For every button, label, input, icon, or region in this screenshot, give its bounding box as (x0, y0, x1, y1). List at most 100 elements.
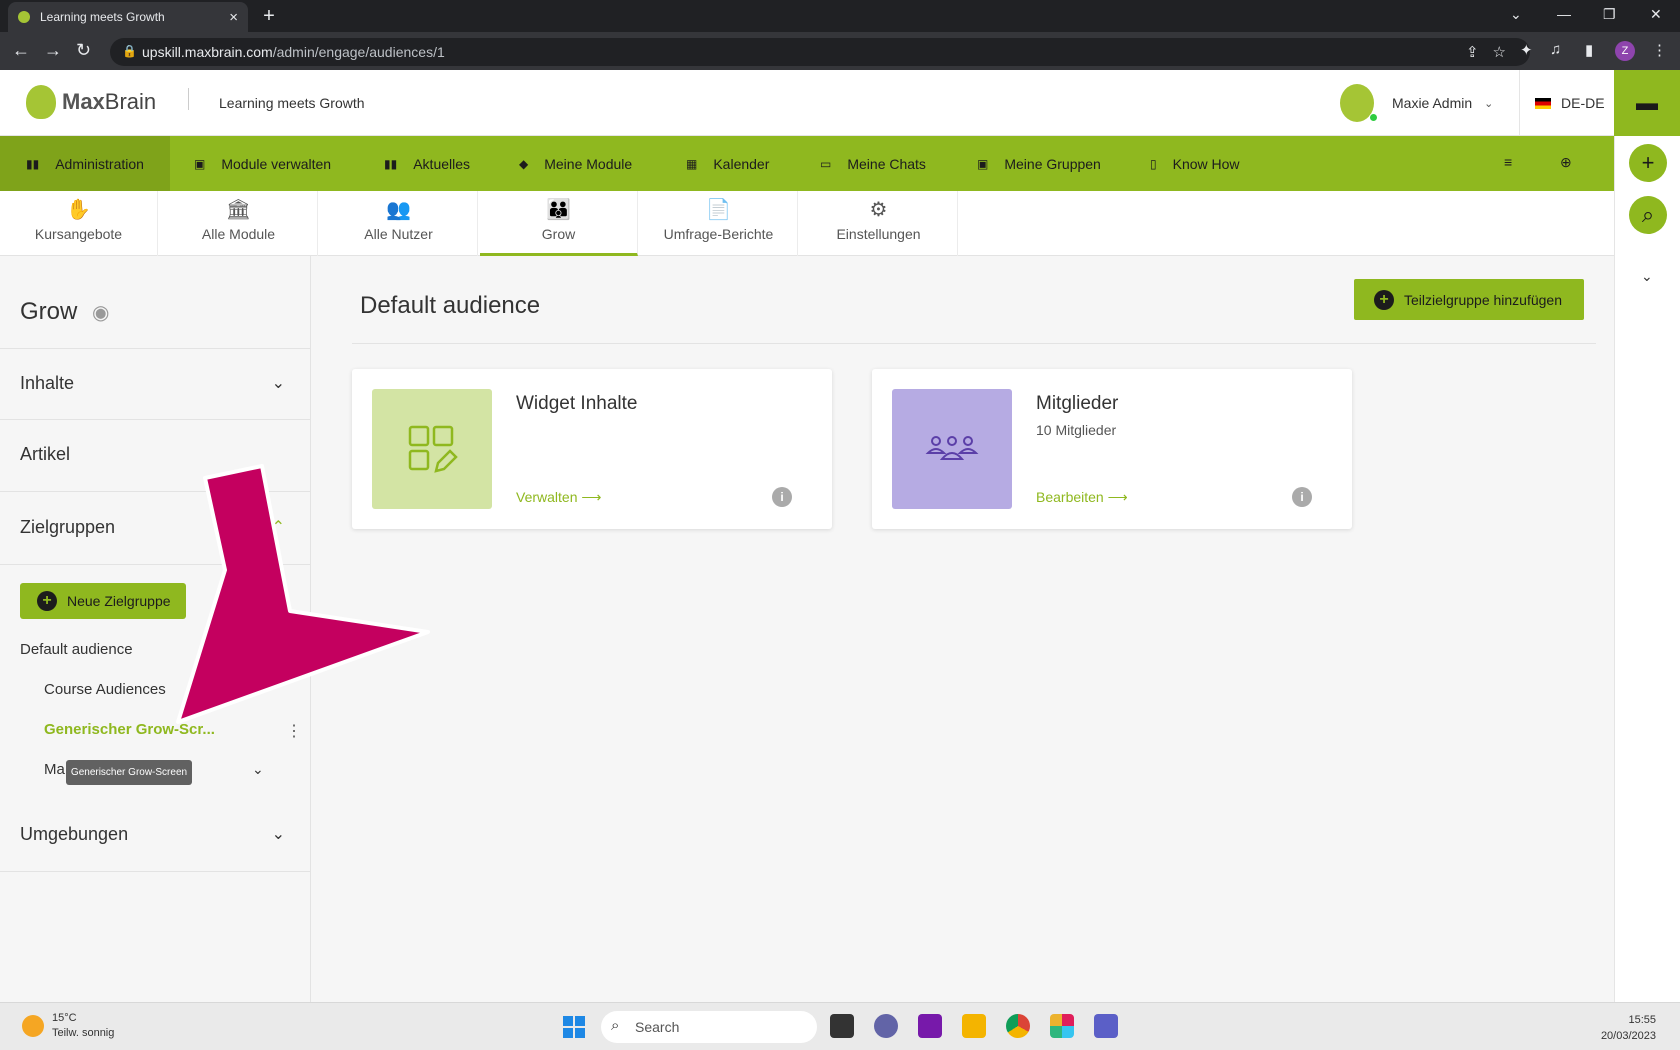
tab-label: Kursangebote (34, 226, 123, 242)
teams-chat-icon[interactable] (874, 1014, 898, 1038)
sidepanel-icon[interactable]: ▮ (1585, 41, 1593, 59)
chevron-down-icon[interactable]: ⌄ (252, 761, 264, 778)
section-artikel[interactable]: Artikel (0, 420, 311, 492)
clock-date: 20/03/2023 (1600, 1030, 1656, 1042)
nav-meine-gruppen[interactable]: ▣ Meine Gruppen (977, 136, 1101, 191)
add-icon[interactable]: + (1629, 144, 1667, 182)
nav-know-how[interactable]: ▯ Know How (1150, 136, 1240, 191)
section-zielgruppen[interactable]: Zielgruppen ⌃ (0, 493, 311, 565)
share-star-icons[interactable]: ⇪☆ (1466, 43, 1520, 61)
tree-course-audiences[interactable]: Course Audiences (44, 681, 166, 698)
tab-grow[interactable]: 👪 Grow (480, 191, 638, 256)
hand-book-icon: ✋ (66, 199, 91, 221)
calendar-icon: ▦ (686, 156, 698, 171)
card-title: Widget Inhalte (516, 393, 638, 414)
admin-subnav: ✋ Kursangebote 🏛 Alle Module 👥 Alle Nutzer … (0, 191, 1614, 256)
book-icon: ▯ (1150, 156, 1157, 171)
browser-tab-strip: Learning meets Growth × + ⌄ — ❐ ✕ (0, 0, 1680, 32)
header-divider (188, 88, 189, 110)
system-clock[interactable]: 15:55 20/03/2023 (1601, 1012, 1656, 1044)
brain-icon (26, 85, 56, 119)
tab-umfrage-berichte[interactable]: 📄 Umfrage-Berichte (640, 191, 798, 256)
edit-link[interactable]: Bearbeiten ⟶ (1036, 489, 1128, 506)
nav-meine-module[interactable]: ◆ Meine Module (519, 136, 632, 191)
file-explorer-icon[interactable] (962, 1014, 986, 1038)
more-options-icon[interactable]: ⋮ (286, 721, 302, 741)
nav-kalender[interactable]: ▦ Kalender (686, 136, 769, 191)
widget-content-card: Widget Inhalte Verwalten ⟶ i (352, 369, 832, 529)
menu-icon[interactable]: ⋮ (1652, 41, 1667, 59)
task-view-icon[interactable] (830, 1014, 854, 1038)
header-divider-right (1519, 70, 1520, 136)
add-sub-audience-button[interactable]: + Teilzielgruppe hinzufügen (1354, 279, 1584, 320)
nav-label: Administration (55, 155, 144, 172)
close-tab-icon[interactable]: × (229, 9, 238, 26)
nav-meine-chats[interactable]: ▭ Meine Chats (820, 136, 926, 191)
reload-icon[interactable]: ↻ (76, 40, 91, 61)
collapse-nav-icon[interactable]: ≡ (1504, 154, 1512, 170)
new-audience-button[interactable]: + Neue Zielgruppe (20, 583, 186, 619)
tab-einstellungen[interactable]: ⚙ Einstellungen (800, 191, 958, 256)
manage-link[interactable]: Verwalten ⟶ (516, 489, 601, 506)
close-window-icon[interactable]: ✕ (1650, 6, 1662, 23)
user-menu[interactable]: Maxie Admin ⌄ (1340, 84, 1493, 122)
extensions-icon[interactable]: ✦ (1520, 41, 1533, 59)
graduation-cap-icon: ◆ (519, 156, 529, 171)
tab-alle-module[interactable]: 🏛 Alle Module (160, 191, 318, 256)
weather-widget[interactable]: 15°C Teilw. sonnig (22, 1011, 114, 1041)
tab-alle-nutzer[interactable]: 👥 Alle Nutzer (320, 191, 478, 256)
section-umgebungen[interactable]: Umgebungen ⌄ (0, 800, 311, 872)
address-bar[interactable]: 🔒 upskill.maxbrain.com/admin/engage/audi… (110, 38, 1530, 66)
folder-icon: ▣ (194, 156, 206, 171)
member-count: 10 Mitglieder (1036, 422, 1117, 438)
card-title: Mitglieder (1036, 393, 1119, 414)
tab-label: Umfrage-Berichte (663, 226, 774, 242)
new-tab-button[interactable]: + (258, 6, 280, 28)
chevron-down-icon: ⌄ (271, 375, 285, 392)
chevron-down-icon[interactable]: ⌄ (1641, 268, 1653, 285)
info-icon[interactable]: i (1292, 487, 1312, 507)
add-sub-audience-label: Teilzielgruppe hinzufügen (1404, 291, 1562, 308)
section-label: Zielgruppen (20, 517, 116, 537)
nav-module-verwalten[interactable]: ▣ Module verwalten (194, 136, 331, 191)
tree-collapsed-item[interactable]: Ma (44, 761, 65, 778)
taskbar-search[interactable]: ⌕ Search (601, 1011, 817, 1043)
divider (352, 343, 1596, 344)
nav-aktuelles[interactable]: ▮▮ Aktuelles (384, 136, 470, 191)
nav-label: Kalender (713, 155, 770, 172)
forward-icon[interactable]: → (44, 40, 62, 61)
chevron-down-icon: ⌄ (1484, 97, 1494, 110)
chevron-up-icon: ⌃ (271, 519, 285, 536)
section-inhalte[interactable]: Inhalte ⌄ (0, 348, 311, 420)
tree-generic-grow-screen[interactable]: Generischer Grow-Scr... (44, 721, 215, 738)
language-selector[interactable]: DE-DE (1535, 95, 1605, 111)
maxbrain-logo[interactable]: MaxBrain (26, 85, 156, 119)
nav-administration[interactable]: ▮▮ Administration (0, 136, 170, 191)
restore-icon[interactable]: ❐ (1603, 6, 1616, 23)
teams-icon[interactable] (1094, 1014, 1118, 1038)
news-icon: ▮▮ (384, 156, 398, 171)
slack-icon[interactable] (1050, 1014, 1074, 1038)
eye-icon[interactable]: ◉ (92, 300, 109, 325)
windows-taskbar: 15°C Teilw. sonnig ⌕ Search 15:55 20/03/202… (0, 1002, 1680, 1050)
main-navigation: ▮▮ Administration ▣ Module verwalten ▮▮ Akt… (0, 136, 1614, 191)
tab-kursangebote[interactable]: ✋ Kursangebote (0, 191, 158, 256)
tree-default-audience[interactable]: Default audience (20, 641, 133, 658)
profile-avatar[interactable]: Z (1615, 41, 1635, 61)
chrome-icon[interactable] (1006, 1014, 1030, 1038)
search-icon[interactable]: ⌕ (1629, 196, 1667, 234)
group-icon: 👪 (546, 199, 571, 221)
onenote-icon[interactable] (918, 1014, 942, 1038)
back-icon[interactable]: ← (12, 40, 30, 61)
tab-search-icon[interactable]: ⌄ (1510, 6, 1522, 23)
user-name: Maxie Admin (1392, 95, 1473, 111)
clock-time: 15:55 (1628, 1014, 1656, 1026)
add-nav-icon[interactable]: ⊕ (1560, 154, 1572, 171)
media-icon[interactable]: ♫ (1550, 41, 1561, 58)
minimize-icon[interactable]: — (1557, 6, 1571, 22)
chat-panel-button[interactable]: ▬ (1614, 70, 1680, 136)
windows-start-icon[interactable] (563, 1016, 585, 1038)
browser-tab[interactable]: Learning meets Growth × (8, 2, 248, 32)
info-icon[interactable]: i (772, 487, 792, 507)
widget-edit-icon (372, 389, 492, 509)
